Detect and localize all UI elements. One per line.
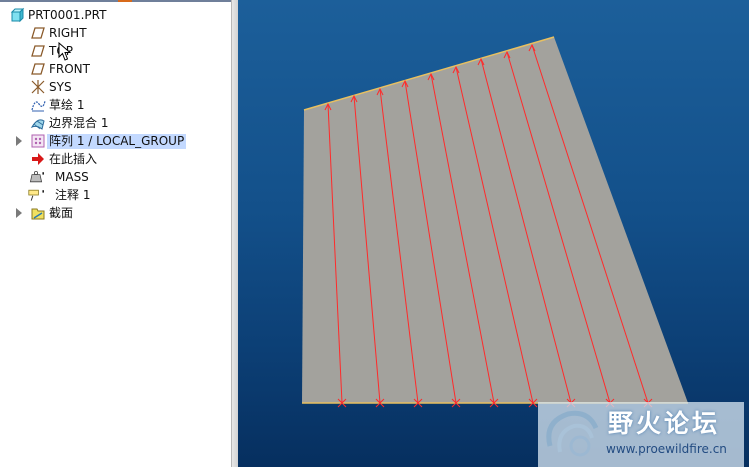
mouse-cursor-icon xyxy=(58,42,72,61)
wildfire-logo-icon xyxy=(546,410,599,457)
tree-item-label: 在此插入 xyxy=(49,152,98,166)
sketch-icon xyxy=(31,100,46,112)
watermark-title: 野火论坛 xyxy=(608,409,721,438)
insert-here-arrow-icon xyxy=(32,153,44,165)
tree-item-front-plane[interactable]: FRONT xyxy=(0,60,231,78)
tree-item-label: 阵列 1 / LOCAL_GROUP xyxy=(47,134,187,149)
tree-item-cross-sections[interactable]: 截面 xyxy=(0,204,231,222)
forum-watermark: 野火论坛 www.proewildfire.cn xyxy=(538,402,744,467)
tree-item-label: MASS xyxy=(55,170,89,184)
watermark-url: www.proewildfire.cn xyxy=(606,442,727,456)
coordinate-system-icon xyxy=(31,80,45,94)
datum-plane-icon xyxy=(31,27,45,39)
model-surface-view xyxy=(302,36,688,408)
tree-item-top-plane[interactable]: TOP xyxy=(0,42,231,60)
tree-scrollbar[interactable] xyxy=(231,0,238,467)
tree-item-label: 边界混合 1 xyxy=(49,116,109,130)
tree-item-label: 截面 xyxy=(49,206,74,220)
tree-item-mass[interactable]: MASS xyxy=(0,168,231,186)
cross-section-folder-icon xyxy=(31,208,45,220)
tree-item-label: 注释 1 xyxy=(55,188,91,202)
part-icon xyxy=(10,7,25,23)
datum-plane-icon xyxy=(31,45,45,57)
tree-header-divider xyxy=(0,0,231,2)
tree-item-boundary-blend[interactable]: 边界混合 1 xyxy=(0,114,231,132)
model-tree-panel: PRT0001.PRT RIGHT TOP FRONT SYS 草绘 1 xyxy=(0,0,231,467)
tree-item-insert-here[interactable]: 在此插入 xyxy=(0,150,231,168)
tree-item-sketch[interactable]: 草绘 1 xyxy=(0,96,231,114)
datum-plane-icon xyxy=(31,63,45,75)
tree-item-label: 草绘 1 xyxy=(49,98,85,112)
annotation-icon xyxy=(28,189,44,201)
expand-arrow-icon[interactable] xyxy=(16,208,22,218)
graphics-viewport[interactable]: 野火论坛 www.proewildfire.cn xyxy=(238,0,749,467)
tree-item-part[interactable]: PRT0001.PRT xyxy=(0,6,231,24)
pattern-icon xyxy=(31,134,45,148)
tree-item-annotation[interactable]: 注释 1 xyxy=(0,186,231,204)
tree-item-label: FRONT xyxy=(49,62,90,76)
boundary-blend-icon xyxy=(30,119,45,130)
tree-item-label: RIGHT xyxy=(49,26,87,40)
expand-arrow-icon[interactable] xyxy=(16,136,22,146)
tree-item-label: PRT0001.PRT xyxy=(28,8,107,22)
tree-item-coordinate-system[interactable]: SYS xyxy=(0,78,231,96)
mass-properties-icon xyxy=(29,171,44,183)
tree-item-pattern[interactable]: 阵列 1 / LOCAL_GROUP xyxy=(0,132,231,150)
tree-header-accent xyxy=(118,0,132,2)
tree-item-right-plane[interactable]: RIGHT xyxy=(0,24,231,42)
tree-item-label: SYS xyxy=(49,80,72,94)
